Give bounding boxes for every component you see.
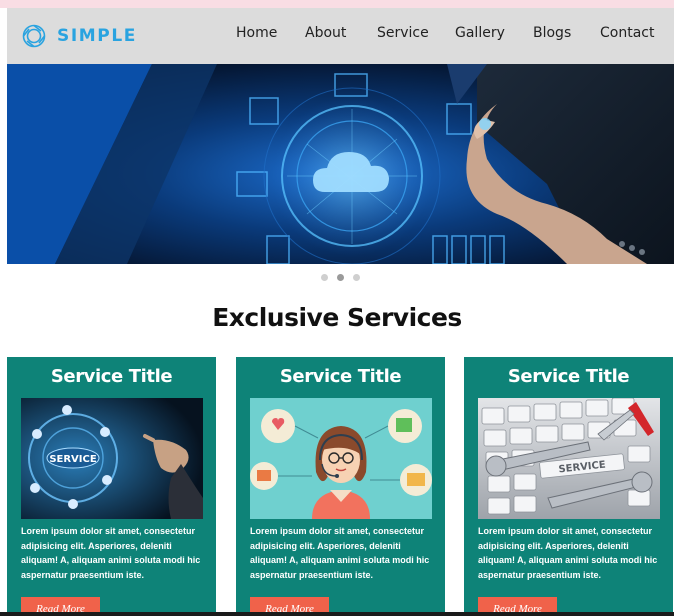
card-title: Service Title (279, 366, 402, 387)
card-description: Lorem ipsum dolor sit amet, consectetur … (21, 526, 201, 580)
nav-link-home[interactable]: Home (236, 25, 277, 41)
service-card: Service Title (464, 357, 673, 616)
carousel-dot-3[interactable] (353, 274, 360, 281)
service-card: Service Title (236, 357, 445, 616)
bottom-bar (0, 612, 674, 616)
hero-carousel[interactable] (7, 64, 674, 264)
service-card: Service Title SERVICE Lorem ipsum dolor … (7, 357, 216, 616)
section-heading: Exclusive Services (212, 303, 462, 332)
nav-link-gallery[interactable]: Gallery (455, 25, 505, 41)
svg-text:SERVICE: SERVICE (49, 454, 97, 465)
card-title: Service Title (50, 366, 173, 387)
navbar: SIMPLE Home About Service Gallery Blogs … (7, 8, 674, 64)
carousel-dot-1[interactable] (321, 274, 328, 281)
card-description: Lorem ipsum dolor sit amet, consectetur … (478, 526, 658, 580)
carousel-dot-2[interactable] (337, 274, 344, 281)
digital-service-hand-image: SERVICE (21, 398, 203, 519)
hero-image (7, 64, 674, 264)
main-nav: Home About Service Gallery Blogs Contact (7, 8, 674, 64)
keyboard-wrench-service-image: SERVICE (478, 398, 660, 519)
browser-top-strip (0, 0, 674, 8)
carousel-indicators (0, 274, 674, 282)
card-title: Service Title (507, 366, 630, 387)
nav-link-blogs[interactable]: Blogs (533, 25, 571, 41)
nav-link-about[interactable]: About (305, 25, 346, 41)
card-description: Lorem ipsum dolor sit amet, consectetur … (250, 526, 430, 580)
nav-link-contact[interactable]: Contact (600, 25, 654, 41)
customer-support-agent-image (250, 398, 432, 519)
nav-link-service[interactable]: Service (377, 25, 429, 41)
